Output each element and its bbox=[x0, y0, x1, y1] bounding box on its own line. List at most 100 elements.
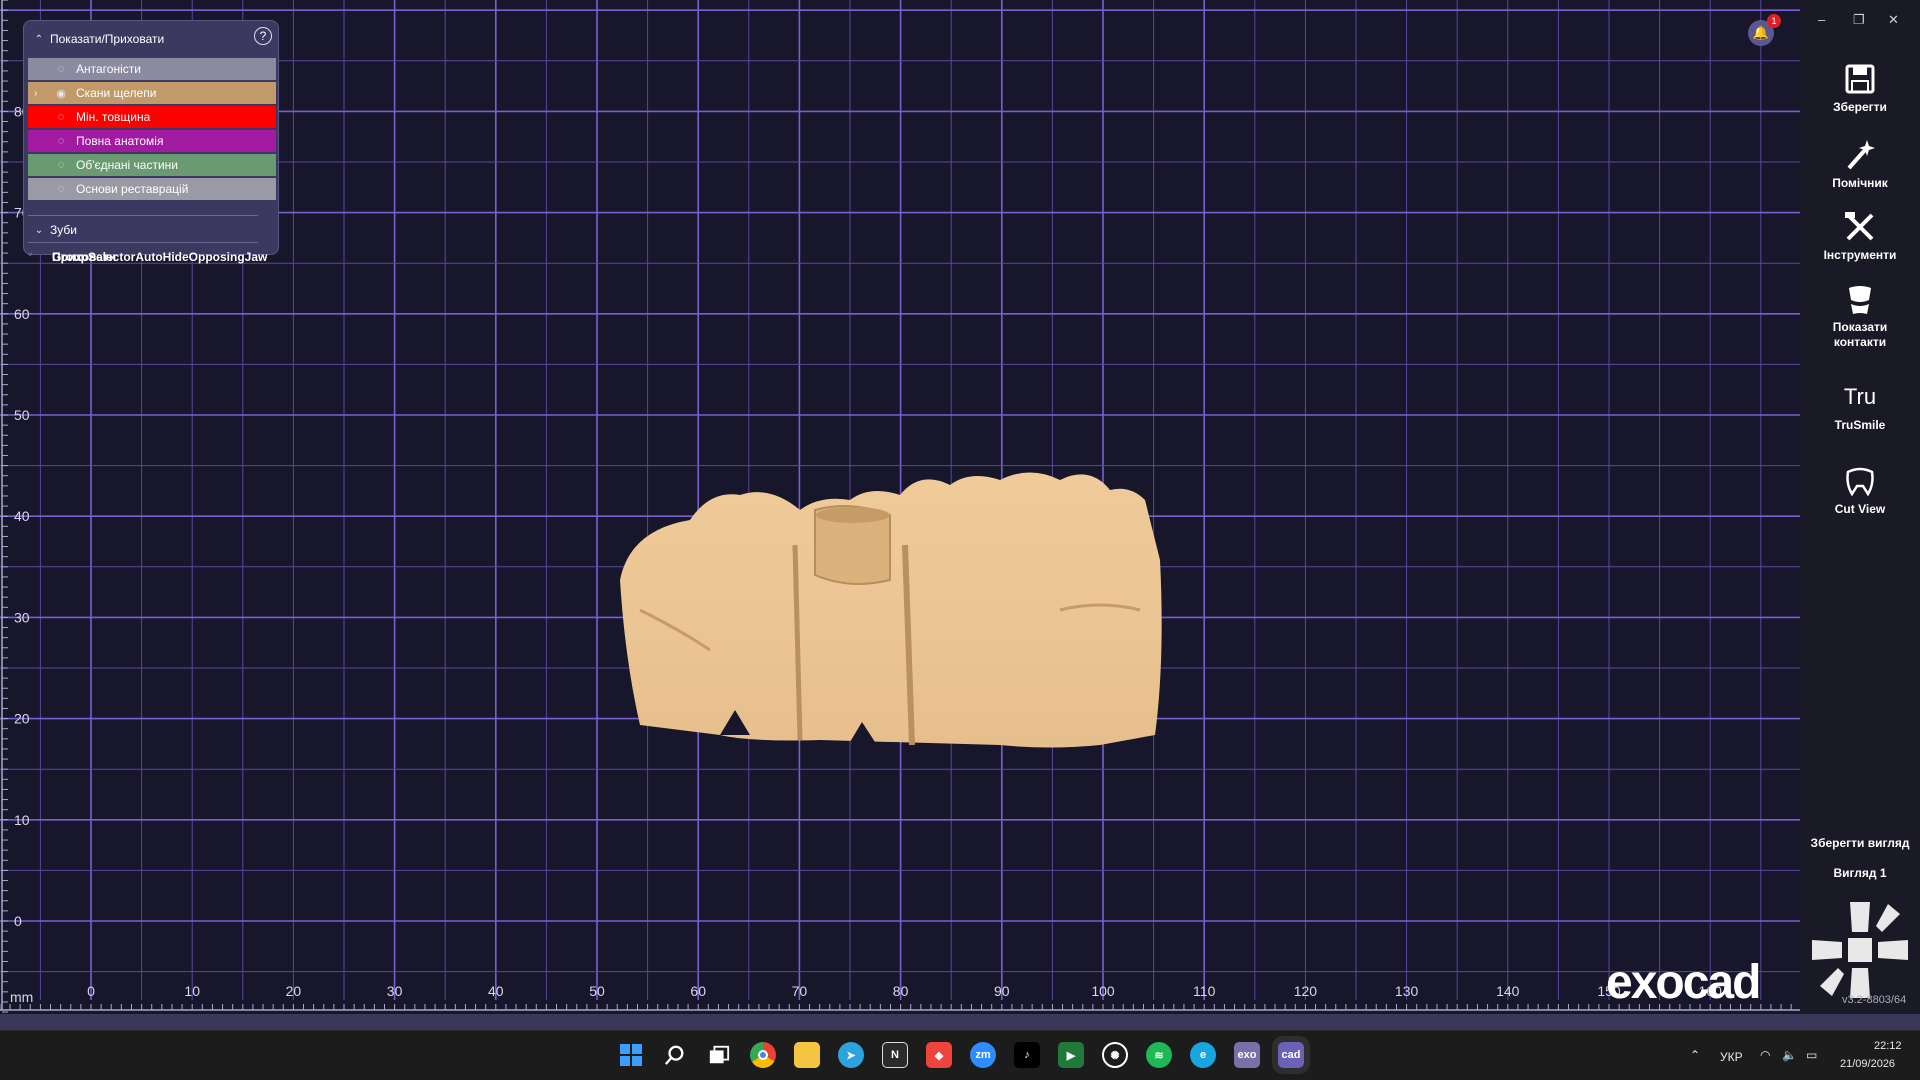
chevron-down-icon[interactable]: ⌄ bbox=[32, 225, 46, 236]
y-tick-label: 20 bbox=[14, 711, 30, 727]
x-tick-label: 90 bbox=[994, 983, 1010, 999]
view-selector[interactable]: Вигляд 1 bbox=[1800, 866, 1920, 880]
layer-label: Об'єднані частини bbox=[76, 158, 179, 172]
x-tick-label: 70 bbox=[792, 983, 808, 999]
cad-app-icon[interactable]: cad bbox=[1272, 1036, 1310, 1074]
tray-chevron-up-icon[interactable]: ⌃ bbox=[1690, 1048, 1700, 1062]
help-icon[interactable]: ? bbox=[254, 27, 272, 45]
chevron-up-icon[interactable]: ⌃ bbox=[32, 34, 46, 45]
show-contacts-button[interactable]: Показати контакти bbox=[1800, 282, 1920, 350]
teeth-group-header[interactable]: ⌄ Зуби bbox=[32, 220, 77, 240]
battery-icon[interactable]: ▭ bbox=[1806, 1048, 1817, 1062]
show-hide-panel: ⌃ Показати/Приховати ? ◌ Антагоністи › ◉… bbox=[23, 20, 279, 264]
right-toolbar: – ❐ ✕ Зберегти Помічник Інструменти Пока… bbox=[1800, 0, 1920, 1014]
layer-row-restoration-bases[interactable]: ◌ Основи реставрацій bbox=[28, 178, 276, 200]
eye-hidden-icon[interactable]: ◌ bbox=[52, 63, 70, 75]
save-view-label: Зберегти вигляд bbox=[1810, 836, 1910, 850]
layer-label: Основи реставрацій bbox=[76, 182, 189, 196]
trusmile-label: TruSmile bbox=[1834, 418, 1886, 432]
cut-view-button[interactable]: Cut View bbox=[1800, 464, 1920, 516]
layer-row-full-anatomy[interactable]: ◌ Повна анатомія bbox=[28, 130, 276, 152]
view-label: Вигляд 1 bbox=[1833, 866, 1887, 880]
clock-time[interactable]: 22:12 bbox=[1874, 1040, 1902, 1052]
save-view-button[interactable]: Зберегти вигляд bbox=[1800, 836, 1920, 850]
file-explorer-icon[interactable] bbox=[794, 1042, 820, 1068]
panel-header[interactable]: ⌃ Показати/Приховати bbox=[32, 29, 164, 49]
spotify-icon[interactable]: ≋ bbox=[1146, 1042, 1172, 1068]
tiktok-icon[interactable]: ♪ bbox=[1014, 1042, 1040, 1068]
search-icon[interactable] bbox=[662, 1042, 688, 1068]
y-tick-label: 30 bbox=[14, 609, 30, 625]
teeth-group-label: Зуби bbox=[50, 223, 77, 237]
eye-hidden-icon[interactable]: ◌ bbox=[52, 159, 70, 171]
stremio-icon[interactable]: ▶ bbox=[1058, 1042, 1084, 1068]
edge-icon[interactable]: e bbox=[1190, 1042, 1216, 1068]
trusmile-icon: Tru bbox=[1843, 384, 1877, 409]
eye-icon[interactable]: ◉ bbox=[52, 87, 70, 100]
unit-label: mm bbox=[10, 989, 33, 1005]
helper-label: Помічник bbox=[1832, 176, 1888, 190]
divider bbox=[28, 215, 258, 216]
zoom-icon[interactable]: zm bbox=[970, 1042, 996, 1068]
y-tick-label: 40 bbox=[14, 508, 30, 524]
clock-date[interactable]: 21/09/2026 bbox=[1840, 1058, 1895, 1070]
minimize-icon[interactable]: – bbox=[1818, 12, 1825, 27]
magic-wand-icon bbox=[1847, 140, 1875, 170]
show-contacts-label: Показати контакти bbox=[1832, 320, 1888, 349]
chevron-right-icon[interactable]: › bbox=[34, 88, 37, 99]
x-tick-label: 120 bbox=[1294, 983, 1318, 999]
layer-label: Скани щелепи bbox=[76, 86, 157, 100]
auto-hide-label-front: GroupSelectorAutoHideOpposingJaw bbox=[52, 250, 268, 264]
status-strip bbox=[0, 1014, 1920, 1030]
notion-icon[interactable]: N bbox=[882, 1042, 908, 1068]
layer-row-min-thickness[interactable]: ◌ Мін. товщина bbox=[28, 106, 276, 128]
y-tick-label: 50 bbox=[14, 407, 30, 423]
x-tick-label: 50 bbox=[589, 983, 605, 999]
eye-hidden-icon[interactable]: ◌ bbox=[52, 135, 70, 147]
windows-start-icon[interactable] bbox=[618, 1042, 644, 1068]
chatgpt-icon[interactable]: ✺ bbox=[1102, 1042, 1128, 1068]
exo-app-icon[interactable]: exo bbox=[1234, 1042, 1260, 1068]
helper-button[interactable]: Помічник bbox=[1800, 138, 1920, 190]
x-tick-label: 130 bbox=[1395, 983, 1419, 999]
trusmile-button[interactable]: Tru TruSmile bbox=[1800, 380, 1920, 432]
eye-hidden-icon[interactable]: ◌ bbox=[52, 111, 70, 123]
save-button[interactable]: Зберегти bbox=[1800, 62, 1920, 114]
tools-button[interactable]: Інструменти bbox=[1800, 210, 1920, 262]
view-cube-icon[interactable] bbox=[1810, 900, 1910, 1000]
panel-title: Показати/Приховати bbox=[50, 32, 165, 46]
anydesk-icon[interactable]: ◆ bbox=[926, 1042, 952, 1068]
y-tick-label: 0 bbox=[14, 913, 22, 929]
layer-label: Антагоністи bbox=[76, 62, 141, 76]
close-icon[interactable]: ✕ bbox=[1888, 12, 1899, 28]
windows-taskbar bbox=[0, 1030, 1920, 1080]
version-label: v3.2-8803/64 bbox=[1842, 994, 1907, 1006]
layer-row-antagonists[interactable]: ◌ Антагоністи bbox=[28, 58, 276, 80]
tooth-contact-icon bbox=[1849, 286, 1871, 314]
y-tick-label: 10 bbox=[14, 812, 30, 828]
divider bbox=[28, 242, 258, 243]
save-label: Зберегти bbox=[1833, 100, 1887, 114]
restore-icon[interactable]: ❐ bbox=[1853, 12, 1865, 28]
task-view-icon[interactable] bbox=[706, 1042, 732, 1068]
tooth-cut-icon bbox=[1846, 467, 1874, 497]
volume-icon[interactable]: 🔈 bbox=[1782, 1048, 1797, 1062]
x-tick-label: 10 bbox=[184, 983, 200, 999]
auto-hide-opposing-jaw[interactable]: ᐡ Приховати GroupSelectorAutoHideOpposin… bbox=[26, 248, 276, 266]
layer-row-merged-parts[interactable]: ◌ Об'єднані частини bbox=[28, 154, 276, 176]
dental-model[interactable] bbox=[600, 460, 1240, 760]
language-indicator[interactable]: УКР bbox=[1720, 1050, 1743, 1064]
x-tick-label: 100 bbox=[1091, 983, 1115, 999]
chrome-icon[interactable] bbox=[750, 1042, 776, 1068]
x-tick-label: 80 bbox=[893, 983, 909, 999]
telegram-icon[interactable]: ➤ bbox=[838, 1042, 864, 1068]
wrench-hammer-icon bbox=[1845, 212, 1874, 241]
layer-label: Повна анатомія bbox=[76, 134, 164, 148]
layer-row-jaw-scans[interactable]: › ◉ Скани щелепи bbox=[28, 82, 276, 104]
eye-hidden-icon[interactable]: ◌ bbox=[52, 183, 70, 195]
exocad-logo: exocad bbox=[1606, 956, 1761, 1009]
jaw-icon: ᐡ bbox=[28, 251, 33, 263]
wifi-icon[interactable]: ◠ bbox=[1760, 1048, 1770, 1062]
y-tick-label: 60 bbox=[14, 306, 30, 322]
tools-label: Інструменти bbox=[1823, 248, 1897, 262]
